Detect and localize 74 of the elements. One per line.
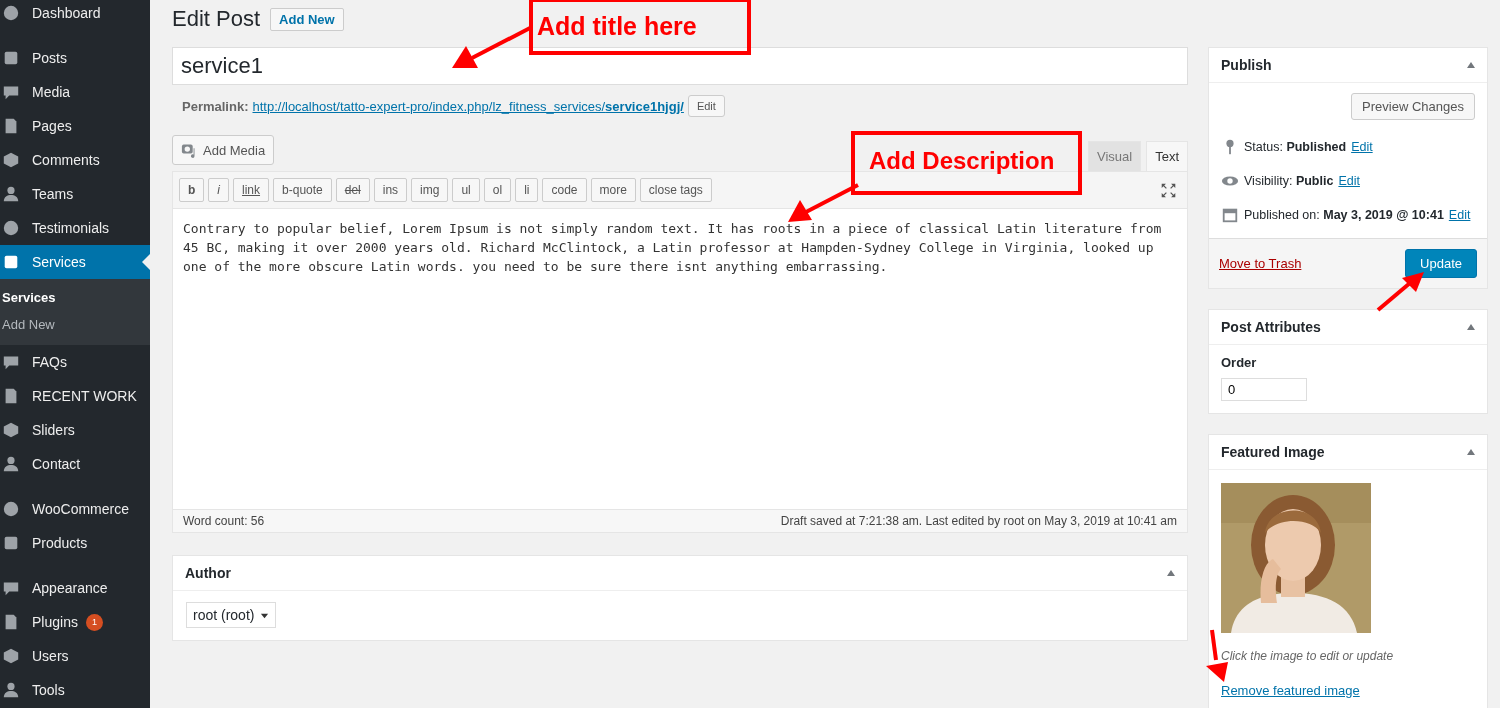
collapse-icon[interactable] [1467,449,1475,455]
image-hint: Click the image to edit or update [1221,649,1395,663]
remove-image-link[interactable]: Remove featured image [1221,683,1360,698]
menu-item[interactable]: Plugins 1 [0,605,150,639]
menu-item[interactable]: Media [0,75,150,109]
format-button[interactable]: b-quote [273,178,332,202]
menu-item[interactable]: Services [0,245,150,279]
format-button[interactable]: ins [373,178,408,202]
format-button[interactable]: img [411,178,449,202]
format-button[interactable]: del [335,178,370,202]
permalink-link[interactable]: http://localhost/tatto-expert-pro/index.php/lz_fitness_services/service1hjgj/ [252,98,684,114]
editor-tab[interactable]: Text [1146,141,1188,171]
title-field[interactable]: service1 [172,47,1188,85]
menu-item[interactable]: Users [0,639,150,673]
format-button[interactable]: code [542,178,587,202]
callout-box: Add Description [851,131,1082,195]
calendar-icon [1221,206,1239,224]
order-label: Order [1221,355,1258,370]
menu-item[interactable]: Dashboard [0,0,150,30]
format-button[interactable]: close tags [639,178,712,202]
panel-title: Author [185,565,231,581]
menu-item[interactable]: FAQs [0,345,150,379]
menu-item[interactable]: Posts [0,41,150,75]
format-button[interactable]: i [208,178,229,202]
menu-item[interactable]: Appearance [0,571,150,605]
save-status: Draft saved at 7:21:38 am. Last edited by root on May 3, 2019 at 10:41 am [780,514,1177,528]
edit-link[interactable]: Edit [1448,208,1471,222]
panel-title: Publish [1221,57,1272,73]
format-button[interactable]: b [179,178,205,202]
menu-item[interactable]: Pages [0,109,150,143]
panel-title: Post Attributes [1221,319,1321,335]
menu-item[interactable]: Contact [0,447,150,481]
collapse-icon[interactable] [1467,324,1475,330]
trash-link[interactable]: Move to Trash [1219,256,1302,271]
publish-info: Visibility: Public [1244,174,1334,188]
permalink-label: Permalink: [182,98,249,114]
preview-button[interactable]: Preview Changes [1351,93,1475,120]
menu-item[interactable]: Teams [0,177,150,211]
menu-item[interactable]: RECENT WORK [0,379,150,413]
fullscreen-icon[interactable] [1160,181,1177,199]
edit-link[interactable]: Edit [1338,174,1360,188]
editor-text[interactable]: Contrary to popular belief, Lorem Ipsum is not simply random text. It has roots in a piece of classical Latin literature from 45 BC, making it over 2000 years old. Richard McClintock, a Latin professor at Hampden-Sydney College in Virginia, looked up one of the more obscure Latin words. you need to be sure there isnt anything embarrassing. [173,209,1187,509]
publish-info: Published on: May 3, 2019 @ 10:41 [1244,208,1444,222]
edit-link[interactable]: Edit [1351,140,1373,154]
add-media-button[interactable]: Add Media [172,135,275,165]
word-count: Word count: 56 [183,514,265,528]
menu-item[interactable]: Comments [0,143,150,177]
order-field[interactable]: 0 [1221,378,1307,401]
menu-item[interactable]: Sliders [0,413,150,447]
format-button[interactable]: ul [452,178,480,202]
page-title: Edit Post [172,6,261,32]
format-button[interactable]: li [515,178,539,202]
update-button[interactable]: Update [1405,249,1477,278]
author-dropdown[interactable]: root (root) [186,602,277,628]
collapse-icon[interactable] [1167,570,1175,576]
edit-button[interactable]: Edit [687,95,725,117]
collapse-icon[interactable] [1467,62,1475,68]
editor-tab[interactable]: Visual [1087,141,1142,171]
publish-info: Status: Published [1244,140,1347,154]
format-button[interactable]: link [233,178,270,202]
menu-item[interactable]: Products [0,526,150,560]
annotation-arrow [1376,272,1424,312]
menu-item[interactable]: Tools [0,673,150,707]
menu-item[interactable]: WooCommerce [0,492,150,526]
submenu-item[interactable]: Add New [0,312,150,339]
format-button[interactable]: more [590,178,636,202]
menu-item[interactable]: Testimonials [0,211,150,245]
add-new-button[interactable]: Add New [270,7,344,31]
annotation-arrow [788,183,859,222]
submenu-item[interactable]: Services [0,285,150,312]
format-button[interactable]: ol [483,178,512,202]
count-badge: 1 [85,613,103,631]
callout-box: Add title here [529,0,751,55]
panel-title: Featured Image [1221,444,1325,460]
